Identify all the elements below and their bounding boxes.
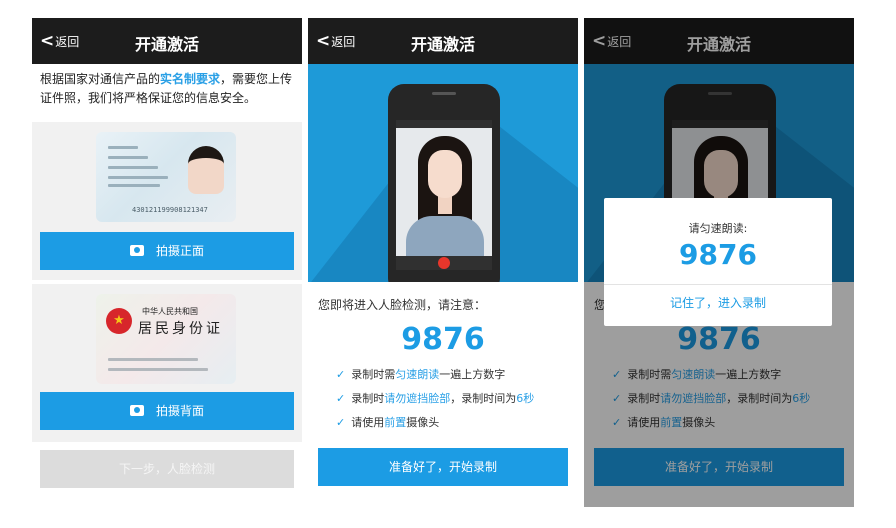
face-photo bbox=[428, 150, 462, 198]
camera-icon bbox=[129, 245, 144, 256]
phone-illustration bbox=[308, 64, 578, 282]
card-number: 430121199908121347 bbox=[132, 206, 208, 214]
navbar: <返回 开通激活 bbox=[308, 18, 578, 64]
modal-number: 9876 bbox=[679, 238, 757, 271]
real-name-link[interactable]: 实名制要求 bbox=[160, 72, 220, 86]
modal-title: 请匀速朗读: bbox=[688, 222, 748, 235]
navbar: <返回 开通激活 bbox=[32, 18, 302, 64]
check-icon: ✓ bbox=[336, 368, 346, 381]
page-title: 开通激活 bbox=[134, 35, 199, 54]
front-card-area: 430121199908121347 拍摄正面 bbox=[32, 122, 302, 280]
camera-icon bbox=[129, 405, 144, 416]
id-card-front-image: 430121199908121347 bbox=[96, 132, 236, 222]
screen-face-check: <返回 开通激活 您即将进入人脸检测，请注意： 9876 ✓ 录制时需匀速朗读一遍… bbox=[308, 18, 578, 507]
next-face-check-button[interactable]: 下一步，人脸检测 bbox=[40, 450, 294, 488]
back-card-area: ★ 中华人民共和国 居民身份证 拍摄背面 bbox=[32, 284, 302, 442]
capture-front-label: 拍摄正面 bbox=[155, 244, 204, 258]
capture-back-label: 拍摄背面 bbox=[155, 404, 204, 418]
screen-face-check-modal: <返回 开通激活 您即将进入人脸检测，请注意： 9876 ✓录制时需匀速朗读一遍… bbox=[584, 18, 854, 507]
capture-front-button[interactable]: 拍摄正面 bbox=[40, 232, 294, 270]
national-emblem-icon: ★ bbox=[106, 308, 132, 334]
start-recording-button[interactable]: 准备好了，开始录制 bbox=[318, 448, 568, 486]
read-number-modal: 请匀速朗读: 9876 记住了，进入录制 bbox=[604, 198, 832, 326]
notice-text: 您即将进入人脸检测，请注意： bbox=[318, 298, 487, 312]
id-card-back-image: ★ 中华人民共和国 居民身份证 bbox=[96, 294, 236, 384]
capture-back-button[interactable]: 拍摄背面 bbox=[40, 392, 294, 430]
modal-divider bbox=[604, 284, 832, 285]
screen-upload-id: <返回 开通激活 根据国家对通信产品的实名制要求，需要您上传证件照，我们将严格保… bbox=[32, 18, 302, 507]
phone-image bbox=[388, 84, 500, 282]
check-icon: ✓ bbox=[336, 416, 346, 429]
read-number: 9876 bbox=[401, 322, 485, 357]
intro-pre: 根据国家对通信产品的 bbox=[40, 72, 161, 86]
page-title: 开通激活 bbox=[410, 35, 475, 54]
portrait-photo bbox=[188, 146, 224, 194]
rule-item: ✓ 录制时需匀速朗读一遍上方数字 bbox=[336, 368, 506, 381]
card-back-title-large: 居民身份证 bbox=[138, 321, 223, 337]
record-icon bbox=[438, 257, 450, 269]
card-back-title-small: 中华人民共和国 bbox=[142, 307, 198, 316]
remembered-start-button[interactable]: 记住了，进入录制 bbox=[604, 294, 832, 311]
rule-item: ✓ 录制时请勿遮挡脸部，录制时间为6秒 bbox=[336, 392, 535, 405]
check-icon: ✓ bbox=[336, 392, 346, 405]
rule-item: ✓ 请使用前置摄像头 bbox=[336, 416, 440, 429]
intro-text: 根据国家对通信产品的实名制要求，需要您上传证件照，我们将严格保证您的信息安全。 bbox=[40, 70, 296, 108]
